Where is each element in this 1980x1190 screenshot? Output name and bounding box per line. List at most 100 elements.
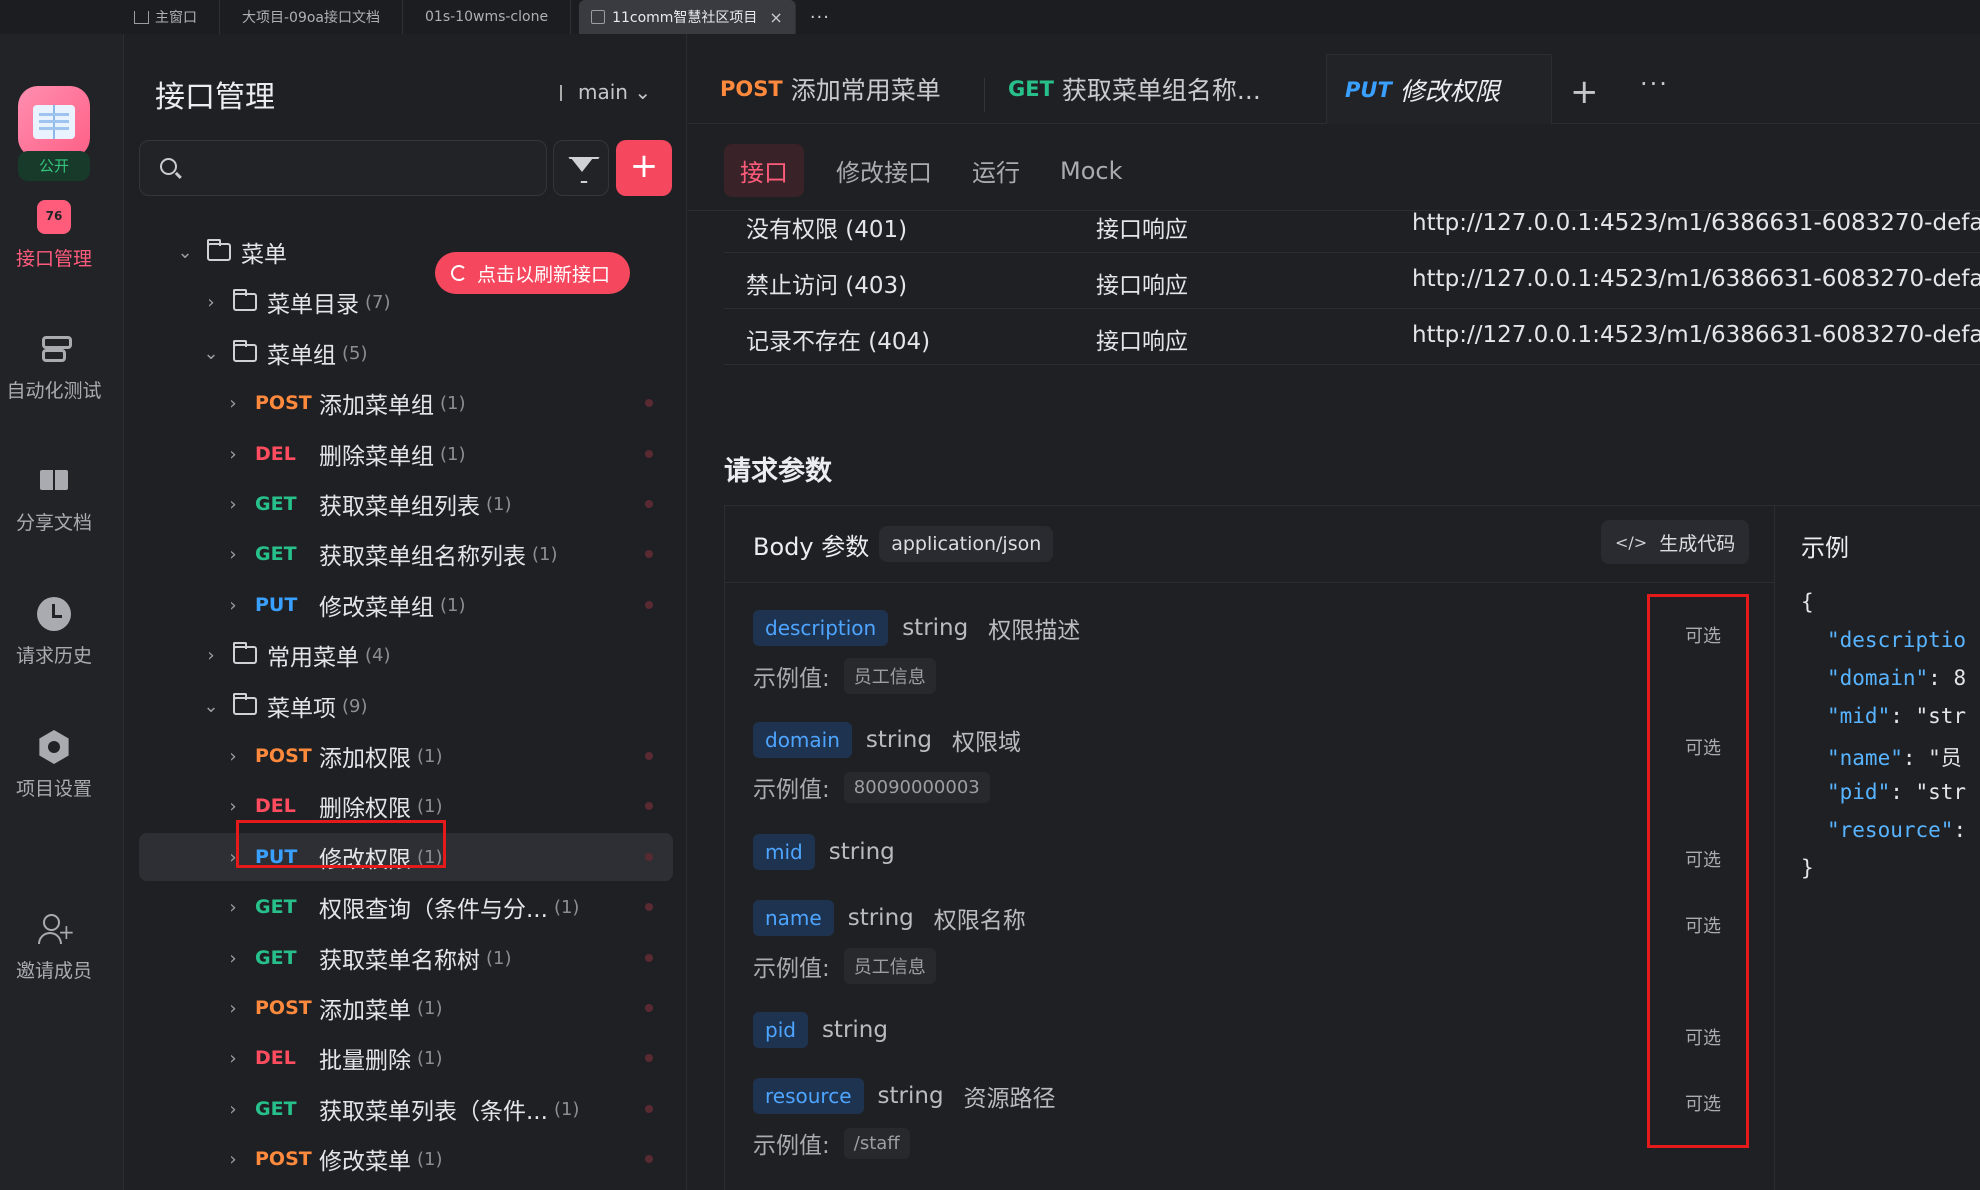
method-label: DEL (255, 1047, 296, 1069)
tree-api-item[interactable]: › DEL 删除菜单组 (1) (139, 430, 673, 478)
rail-item-request-history[interactable]: 请求历史 (0, 597, 108, 668)
tree-api-item[interactable]: › GET 权限查询（条件与分... (1) (139, 883, 673, 931)
tree-api-item[interactable]: › GET 获取菜单组名称列表 (1) (139, 530, 673, 578)
tree-api-item[interactable]: › DEL 批量删除 (1) (139, 1034, 673, 1082)
more-tabs-button[interactable]: ··· (796, 7, 844, 28)
branch-selector[interactable]: main ⌄ (560, 80, 651, 104)
tree-api-item[interactable]: › GET 获取菜单名称树 (1) (139, 934, 673, 982)
rail-item-api-management[interactable]: 接口管理 (0, 200, 108, 271)
generate-code-button[interactable]: </> 生成代码 (1601, 520, 1750, 564)
search-input[interactable] (190, 151, 530, 187)
tree-api-item[interactable]: › GET 获取菜单列表（条件... (1) (139, 1085, 673, 1133)
chevron-right-icon[interactable]: › (223, 444, 243, 465)
method-label: POST (255, 392, 312, 414)
tree-item-label: 添加菜单组 (319, 393, 434, 419)
folder-icon (233, 340, 257, 362)
tree-api-item[interactable]: › POST 添加菜单组 (1) (139, 379, 673, 427)
tree-api-item[interactable]: › GET 获取菜单组列表 (1) (139, 480, 673, 528)
new-tab-button[interactable]: + (1570, 72, 1599, 112)
more-options-button[interactable]: ··· (1640, 70, 1669, 98)
tree-item-count: (5) (342, 342, 368, 364)
tree-item-label: 菜单 (241, 242, 287, 268)
chevron-right-icon[interactable]: › (223, 393, 243, 414)
tree-item-label: 菜单组 (267, 343, 336, 369)
subtab-edit-api[interactable]: 修改接口 (836, 153, 932, 188)
status-dot (645, 903, 653, 911)
tree-api-item[interactable]: › PUT 修改菜单组 (1) (139, 581, 673, 629)
param-row-pid: pid string (753, 1012, 908, 1048)
folder-icon (233, 642, 257, 664)
tree-item-count: (9) (342, 695, 368, 717)
subtab-api[interactable]: 接口 (724, 144, 804, 197)
tree-api-item[interactable]: › POST 添加菜单 (1) (139, 984, 673, 1032)
param-type: string (821, 1017, 888, 1043)
window-tab-home[interactable]: 主窗口 (112, 0, 220, 34)
project-logo[interactable] (18, 86, 90, 158)
chevron-right-icon[interactable]: › (223, 796, 243, 817)
json-key: "domain" (1827, 666, 1929, 690)
chevron-right-icon[interactable]: › (223, 595, 243, 616)
tree-item-count: (1) (417, 997, 443, 1019)
search-box[interactable] (139, 140, 547, 196)
rail-item-invite-members[interactable]: 邀请成员 (0, 912, 108, 983)
chevron-right-icon[interactable]: › (223, 948, 243, 969)
chevron-down-icon[interactable]: ⌄ (175, 242, 195, 263)
tree-item-label: 获取菜单组名称列表 (319, 544, 526, 570)
chevron-right-icon[interactable]: › (223, 746, 243, 767)
chevron-right-icon[interactable]: › (223, 998, 243, 1019)
param-name: domain (753, 722, 852, 758)
json-value: : "str (1890, 780, 1967, 804)
tree-item-label: 常用菜单 (267, 645, 359, 671)
status-dot (645, 500, 653, 508)
tab-add-common-menu[interactable]: POST 添加常用菜单 (720, 54, 941, 124)
param-desc: 资源路径 (963, 1086, 1056, 1112)
tree-folder[interactable]: ⌄ 菜单组 (5) (139, 329, 673, 377)
tree-api-item[interactable]: › POST 添加权限 (1) (139, 732, 673, 780)
chevron-right-icon[interactable]: › (223, 897, 243, 918)
rail-item-project-settings[interactable]: 项目设置 (0, 730, 108, 801)
param-type: string (828, 839, 895, 865)
subtab-mock[interactable]: Mock (1060, 157, 1122, 185)
chevron-right-icon[interactable]: › (201, 645, 221, 666)
refresh-tip-button[interactable]: 点击以刷新接口 (435, 252, 631, 294)
tree-item-count: (7) (365, 291, 391, 313)
subtab-run[interactable]: 运行 (972, 153, 1020, 188)
rail-item-share-docs[interactable]: 分享文档 (0, 464, 108, 535)
json-line: } (1801, 856, 1814, 880)
rail-item-automation-test[interactable]: 自动化测试 (0, 332, 108, 403)
method-label: GET (255, 947, 297, 969)
chevron-down-icon[interactable]: ⌄ (201, 343, 221, 364)
chevron-right-icon[interactable]: › (223, 1149, 243, 1170)
public-badge: 公开 (18, 151, 90, 181)
tab-get-menu-group-names[interactable]: GET 获取菜单组名称... (1008, 54, 1261, 124)
tree-item-label: 批量删除 (319, 1048, 411, 1074)
window-tab-oa[interactable]: 大项目-09oa接口文档 (220, 0, 404, 34)
content-type-badge: application/json (879, 526, 1054, 562)
stack-icon (37, 332, 72, 366)
tree-folder[interactable]: ⌄ 菜单项 (9) (139, 682, 673, 730)
chevron-down-icon[interactable]: ⌄ (201, 696, 221, 717)
window-tab-comm[interactable]: 11comm智慧社区项目 × (579, 0, 796, 34)
param-desc: 权限描述 (988, 618, 1081, 644)
window-tab-wms[interactable]: 01s-10wms-clone (403, 0, 572, 34)
tree-folder[interactable]: › 常用菜单 (4) (139, 631, 673, 679)
json-line: "domain": 8 (1827, 666, 1966, 690)
chevron-right-icon[interactable]: › (223, 494, 243, 515)
tree-item-label: 添加权限 (319, 746, 411, 772)
chevron-right-icon[interactable]: › (223, 1099, 243, 1120)
json-key: "mid" (1827, 704, 1891, 728)
tree-api-item[interactable]: › POST 修改菜单 (1) (139, 1135, 673, 1183)
tree-item-count: (1) (417, 745, 443, 767)
add-button[interactable]: + (616, 140, 672, 196)
user-add-icon (37, 912, 75, 946)
chevron-right-icon[interactable]: › (223, 544, 243, 565)
tree-item-count: (1) (417, 1047, 443, 1069)
filter-button[interactable] (553, 140, 609, 196)
param-row-name: name string 权限名称 (753, 900, 1026, 936)
chevron-right-icon[interactable]: › (223, 1048, 243, 1069)
json-value: : "员 (1902, 746, 1962, 770)
tab-update-permission[interactable]: PUT 修改权限 (1326, 54, 1552, 124)
close-icon[interactable]: × (769, 8, 782, 27)
param-row-description: description string 权限描述 (753, 610, 1080, 646)
chevron-right-icon[interactable]: › (201, 292, 221, 313)
